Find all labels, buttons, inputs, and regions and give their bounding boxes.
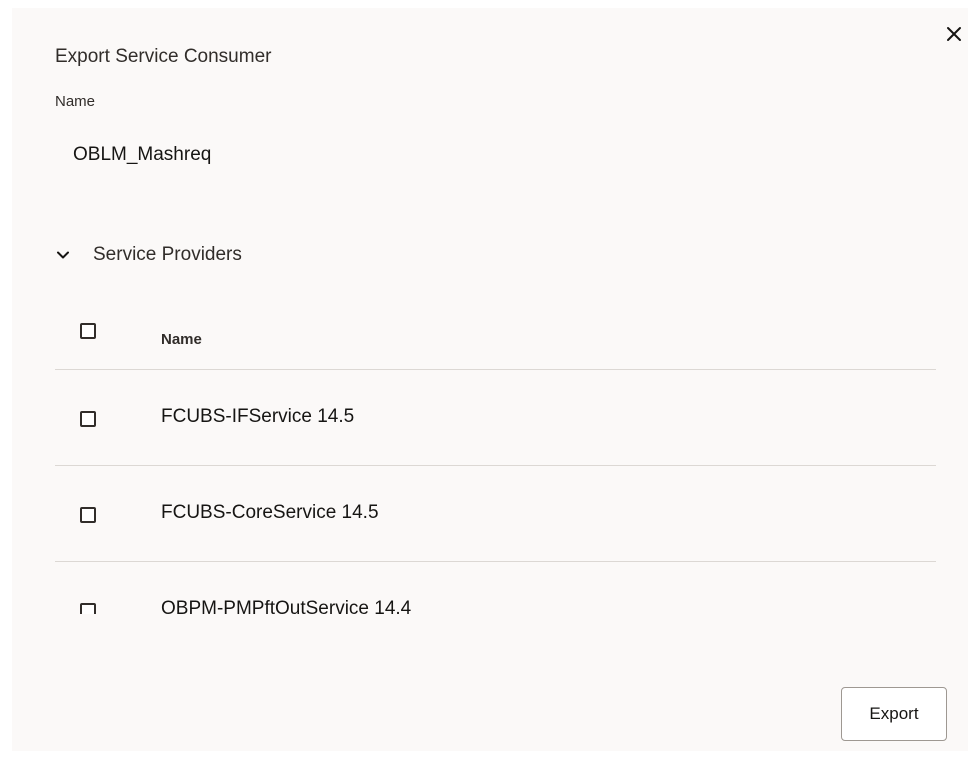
select-all-checkbox[interactable] [80, 323, 96, 339]
row-checkbox[interactable] [80, 411, 96, 427]
table-row[interactable]: OBPM-PMPftOutService 14.4 [55, 562, 936, 614]
provider-name: FCUBS-CoreService 14.5 [161, 502, 379, 523]
chevron-down-icon [57, 251, 69, 259]
table-row[interactable]: FCUBS-IFService 14.5 [55, 370, 936, 466]
table-row[interactable]: FCUBS-CoreService 14.5 [55, 466, 936, 562]
name-label: Name [55, 93, 96, 110]
provider-name: FCUBS-IFService 14.5 [161, 406, 355, 427]
consumer-name-value: OBLM_Mashreq [73, 144, 212, 165]
dialog-title: Export Service Consumer [55, 46, 272, 67]
close-icon [947, 27, 961, 41]
service-providers-toggle[interactable]: Service Providers [55, 242, 242, 268]
row-checkbox[interactable] [80, 507, 96, 523]
table-header-row: Name [55, 294, 936, 370]
export-service-consumer-dialog: Export Service Consumer Name OBLM_Mashre… [12, 8, 968, 751]
close-button[interactable] [942, 22, 966, 46]
provider-name: OBPM-PMPftOutService 14.4 [161, 598, 412, 614]
service-providers-table[interactable]: Name FCUBS-IFService 14.5 FCUBS-CoreServ… [55, 294, 936, 614]
export-button[interactable]: Export [841, 687, 947, 741]
row-checkbox[interactable] [80, 603, 96, 614]
column-header-name: Name [161, 331, 202, 348]
service-providers-label: Service Providers [93, 244, 242, 265]
